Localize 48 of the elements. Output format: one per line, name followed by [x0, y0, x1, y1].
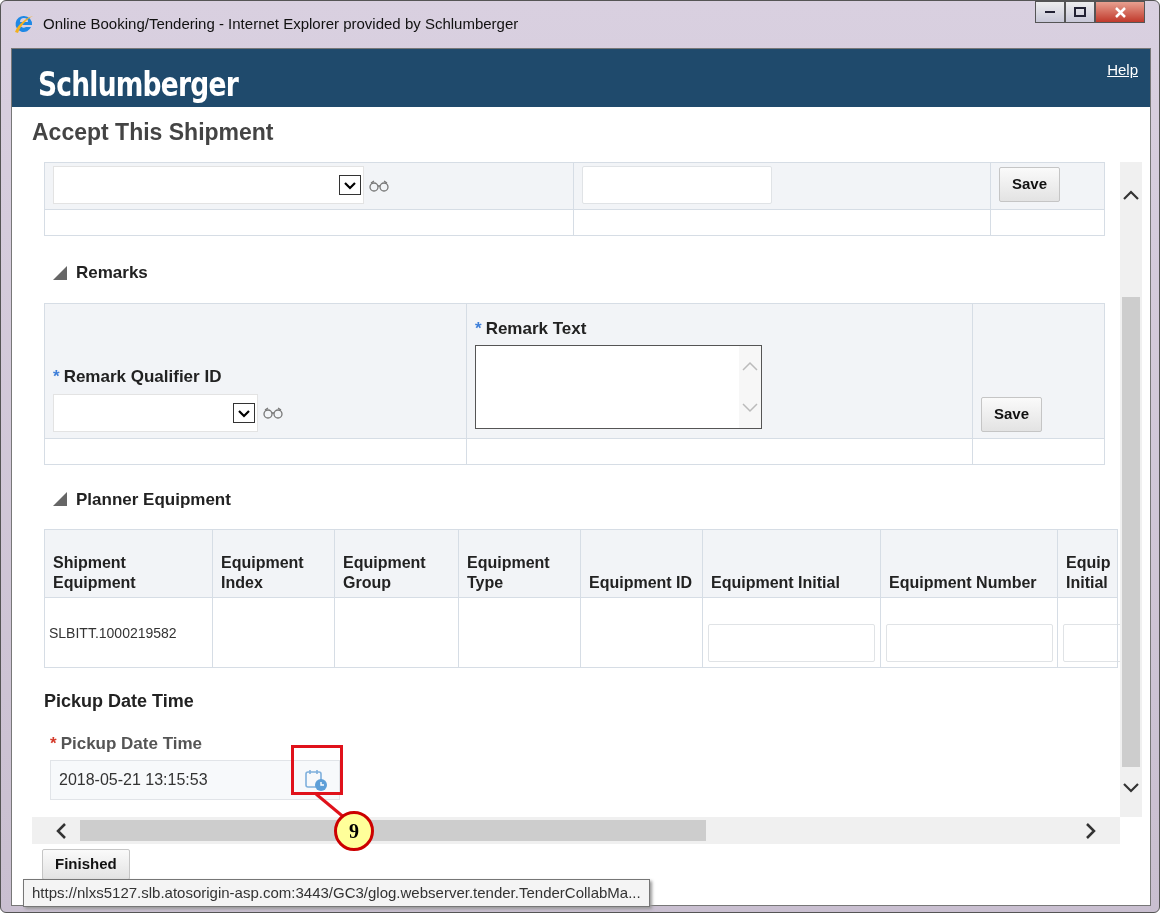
glasses-icon[interactable]	[368, 178, 390, 192]
finished-button[interactable]: Finished	[42, 849, 130, 880]
chevron-down-icon	[342, 179, 358, 191]
help-link[interactable]: Help	[1107, 59, 1138, 107]
minimize-button[interactable]	[1035, 1, 1065, 23]
select-field[interactable]	[53, 166, 364, 204]
minimize-icon	[1045, 11, 1055, 13]
field-label: * Remark Qualifier ID	[53, 366, 223, 388]
collapse-triangle-icon[interactable]	[52, 491, 68, 508]
maximize-button[interactable]	[1065, 1, 1095, 23]
browser-icon	[13, 13, 35, 35]
column-header: Equipment Initial	[711, 574, 840, 591]
input-field[interactable]	[708, 624, 875, 662]
column-header: Equipment Number	[889, 574, 1037, 591]
callout-highlight-box	[291, 745, 343, 795]
vertical-scrollbar[interactable]	[1120, 162, 1142, 817]
section-title: Remarks	[76, 262, 148, 284]
horizontal-scrollbar[interactable]	[32, 817, 1120, 844]
calendar-clock-icon[interactable]	[304, 767, 328, 792]
glasses-icon[interactable]	[262, 406, 284, 419]
collapse-triangle-icon[interactable]	[52, 264, 68, 281]
input-field[interactable]	[582, 166, 772, 204]
column-header: Equip Initial	[1066, 554, 1111, 591]
date-time-field[interactable]: 2018-05-21 13:15:53	[50, 759, 340, 800]
input-field[interactable]	[886, 624, 1053, 662]
field-label: * Pickup Date Time	[50, 733, 204, 755]
column-header: Equipment ID	[589, 574, 693, 591]
status-url-tooltip: https://nlxs5127.slb.atosorigin-asp.com:3443/GC3/glog.webserver.tender.TenderCollabMa...	[23, 879, 650, 907]
required-mark: *	[53, 367, 60, 386]
maximize-icon	[1073, 6, 1087, 18]
column-header: Shipment Equipment	[53, 554, 136, 591]
close-icon	[1112, 5, 1128, 19]
field-label: * Remark Text	[475, 317, 588, 340]
save-button[interactable]: Save	[999, 167, 1061, 202]
column-header: Equipment Type	[467, 554, 550, 591]
close-button[interactable]	[1095, 1, 1145, 23]
select-field[interactable]	[53, 393, 258, 432]
table-cell: SLBITT.1000219582	[49, 624, 177, 641]
column-header: Equipment Group	[343, 554, 426, 591]
page-title: Accept This Shipment	[31, 118, 275, 147]
section-title: Planner Equipment	[76, 488, 231, 511]
required-mark: *	[50, 734, 57, 753]
column-header: Equipment Index	[221, 554, 304, 591]
required-mark: *	[475, 318, 482, 338]
logo-text: Schlumberger	[38, 63, 239, 106]
window-title: Online Booking/Tendering - Internet Explorer provided by Schlumberger	[43, 13, 519, 34]
save-button[interactable]: Save	[981, 397, 1043, 432]
section-title: Pickup Date Time	[44, 690, 195, 713]
